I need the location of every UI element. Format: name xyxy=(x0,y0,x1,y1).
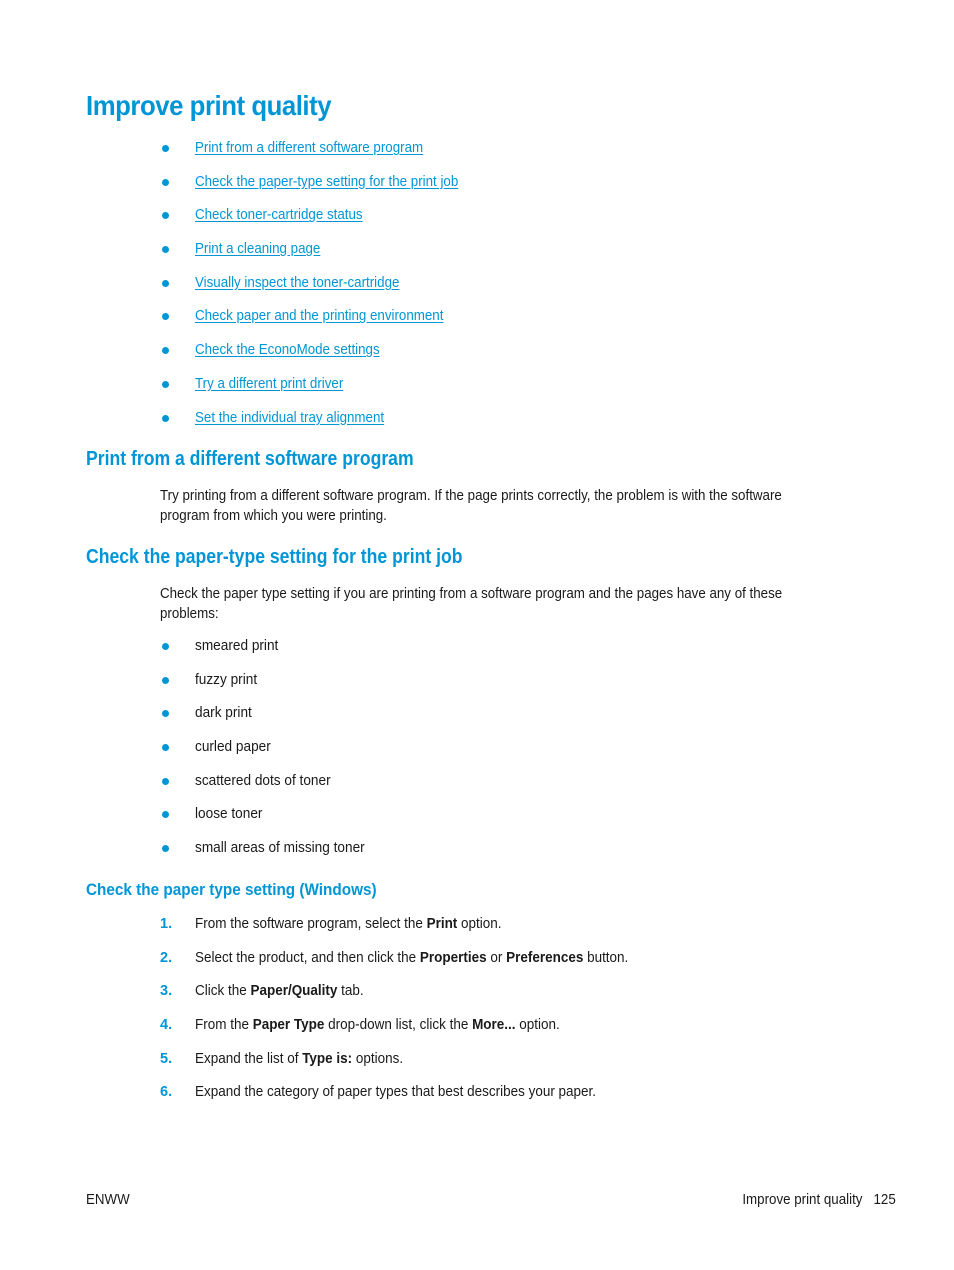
bullet-icon xyxy=(162,279,169,287)
paragraph-line: problems: xyxy=(160,606,219,622)
bullet-icon xyxy=(162,313,169,321)
list-item: dark print xyxy=(160,703,376,737)
table-of-contents: Print from a different software program … xyxy=(160,138,481,441)
toc-link-inspect-cartridge[interactable]: Visually inspect the toner-cartridge xyxy=(195,273,399,293)
toc-item: Visually inspect the toner-cartridge xyxy=(160,273,481,307)
step-text: Select the product, and then click the P… xyxy=(195,948,628,968)
subsection-heading-windows: Check the paper type setting (Windows) xyxy=(86,880,377,899)
steps-list: 1. From the software program, select the … xyxy=(160,914,661,1116)
bullet-icon xyxy=(162,811,169,819)
toc-link-tray-alignment[interactable]: Set the individual tray alignment xyxy=(195,408,384,428)
step-text-segment: options. xyxy=(352,1050,404,1067)
list-item: small areas of missing toner xyxy=(160,838,376,872)
step-text: Expand the category of paper types that … xyxy=(195,1082,596,1102)
footer-page-info: Improve print quality 125 xyxy=(743,1192,896,1208)
footer-locale: ENWW xyxy=(86,1192,130,1208)
bullet-icon xyxy=(162,246,169,254)
list-item: loose toner xyxy=(160,804,376,838)
list-item: fuzzy print xyxy=(160,670,376,704)
bullet-icon xyxy=(162,710,169,718)
step-item: 4. From the Paper Type drop-down list, cl… xyxy=(160,1015,661,1049)
step-text-segment: or xyxy=(486,949,507,966)
ui-term: Preferences xyxy=(506,949,584,966)
section-heading-different-program: Print from a different software program xyxy=(86,448,414,470)
page-number: 125 xyxy=(873,1192,896,1208)
step-text: From the Paper Type drop-down list, clic… xyxy=(195,1015,560,1035)
toc-item: Try a different print driver xyxy=(160,374,481,408)
page-title: Improve print quality xyxy=(86,90,332,121)
footer-section-title: Improve print quality xyxy=(742,1192,863,1208)
step-number: 3. xyxy=(160,983,173,1000)
step-item: 1. From the software program, select the … xyxy=(160,914,661,948)
step-text-segment: button. xyxy=(583,949,629,966)
toc-link-cleaning-page[interactable]: Print a cleaning page xyxy=(195,239,320,259)
toc-item: Print a cleaning page xyxy=(160,239,481,273)
bullet-icon xyxy=(162,178,169,186)
paragraph-line: Try printing from a different software p… xyxy=(160,488,782,504)
bullet-icon xyxy=(162,145,169,152)
ui-term: Print xyxy=(426,916,458,932)
paragraph-line: program from which you were printing. xyxy=(160,508,387,524)
paragraph-line: Check the paper type setting if you are … xyxy=(160,586,783,602)
step-item: 2. Select the product, and then click the… xyxy=(160,948,661,982)
toc-link-economode[interactable]: Check the EconoMode settings xyxy=(195,340,380,360)
toc-item: Set the individual tray alignment xyxy=(160,408,481,442)
step-number: 4. xyxy=(160,1017,173,1034)
ui-term: Type is: xyxy=(302,1050,353,1067)
toc-link-print-driver[interactable]: Try a different print driver xyxy=(195,374,343,394)
problems-list: smeared print fuzzy print dark print cur… xyxy=(160,636,376,872)
bullet-icon xyxy=(162,676,169,684)
bullet-icon xyxy=(162,347,169,355)
bullet-icon xyxy=(162,414,169,422)
bullet-icon xyxy=(162,643,169,650)
step-text-segment: option. xyxy=(457,916,502,932)
bullet-icon xyxy=(162,744,169,752)
ui-term: Paper Type xyxy=(252,1017,325,1034)
step-text-segment: From the software program, select the xyxy=(195,916,427,932)
step-item: 5. Expand the list of Type is: options. xyxy=(160,1049,661,1083)
ui-term: Paper/Quality xyxy=(250,983,338,1000)
step-text-segment: Expand the list of xyxy=(195,1050,303,1067)
step-item: 3. Click the Paper/Quality tab. xyxy=(160,981,661,1015)
toc-link-print-different-program[interactable]: Print from a different software program xyxy=(195,138,423,158)
step-text-segment: Click the xyxy=(195,983,251,1000)
step-number: 5. xyxy=(160,1050,173,1067)
section2-paragraph: Check the paper type setting if you are … xyxy=(160,584,920,624)
toc-link-toner-status[interactable]: Check toner-cartridge status xyxy=(195,205,363,225)
step-text: From the software program, select the Pr… xyxy=(195,914,502,934)
step-text-segment: option. xyxy=(515,1017,560,1034)
toc-item: Check paper and the printing environment xyxy=(160,306,481,340)
toc-item: Check the EconoMode settings xyxy=(160,340,481,374)
bullet-icon xyxy=(162,845,169,853)
toc-item: Check toner-cartridge status xyxy=(160,205,481,239)
bullet-icon xyxy=(162,212,169,220)
toc-link-paper-environment[interactable]: Check paper and the printing environment xyxy=(195,306,443,326)
ui-term: Properties xyxy=(419,949,487,966)
bullet-icon xyxy=(162,380,169,388)
step-text-segment: From the xyxy=(195,1017,253,1034)
step-text-segment: drop-down list, click the xyxy=(324,1017,473,1034)
step-number: 6. xyxy=(160,1084,173,1101)
section1-paragraph: Try printing from a different software p… xyxy=(160,486,920,526)
step-text-segment: Select the product, and then click the xyxy=(195,949,420,966)
step-text: Click the Paper/Quality tab. xyxy=(195,981,364,1001)
step-item: 6. Expand the category of paper types tha… xyxy=(160,1082,661,1116)
list-item: scattered dots of toner xyxy=(160,771,376,805)
bullet-icon xyxy=(162,777,169,785)
step-text-segment: Expand the category of paper types that … xyxy=(195,1084,597,1101)
list-item: curled paper xyxy=(160,737,376,771)
step-number: 1. xyxy=(160,916,173,932)
ui-term: More... xyxy=(472,1017,516,1034)
step-number: 2. xyxy=(160,949,173,966)
list-item: smeared print xyxy=(160,636,376,670)
toc-item: Print from a different software program xyxy=(160,138,481,172)
step-text: Expand the list of Type is: options. xyxy=(195,1049,403,1069)
toc-link-paper-type-setting[interactable]: Check the paper-type setting for the pri… xyxy=(195,172,458,192)
section-heading-paper-type: Check the paper-type setting for the pri… xyxy=(86,546,463,568)
step-text-segment: tab. xyxy=(337,983,364,1000)
toc-item: Check the paper-type setting for the pri… xyxy=(160,172,481,206)
